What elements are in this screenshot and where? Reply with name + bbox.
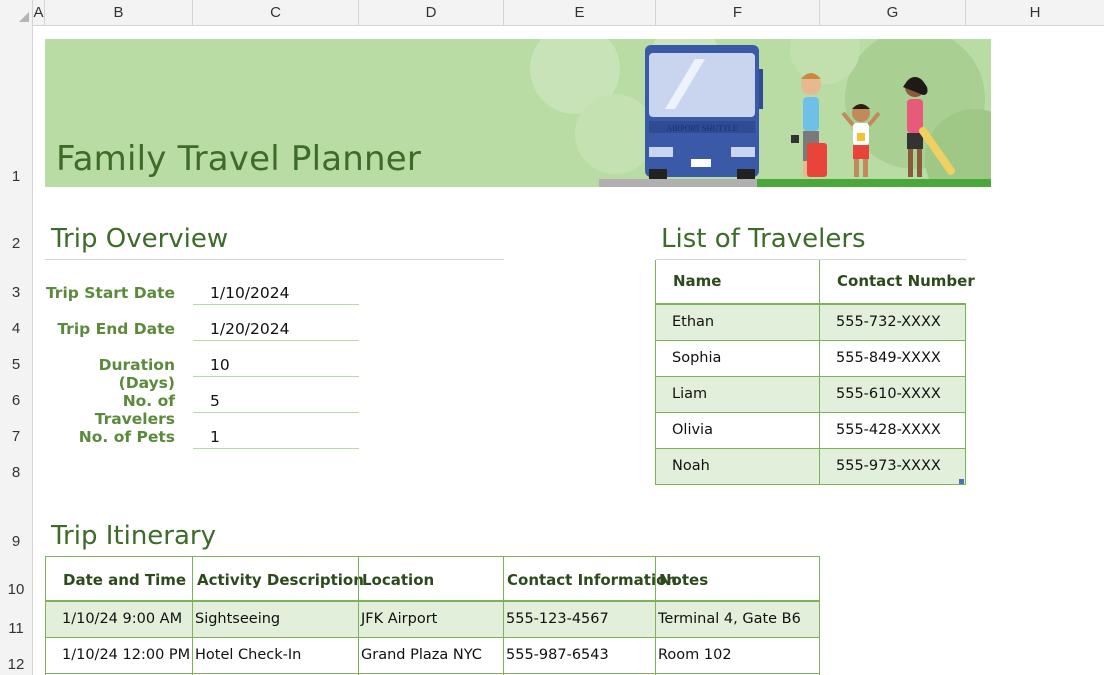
itinerary-notes[interactable]: Room 102 — [658, 647, 732, 663]
traveler-name[interactable]: Sophia — [672, 350, 721, 366]
travelers-header-name[interactable]: Name — [673, 272, 721, 290]
itinerary-location[interactable]: Grand Plaza NYC — [361, 647, 482, 663]
pets-count-value[interactable]: 1 — [210, 428, 220, 446]
col-border — [819, 260, 820, 485]
duration-label: Duration (Days) — [98, 356, 175, 392]
col-border — [655, 260, 656, 485]
itinerary-activity[interactable]: Hotel Check-In — [195, 647, 301, 663]
row-border — [656, 376, 966, 377]
itinerary-date[interactable]: 1/10/24 12:00 PM — [62, 647, 190, 663]
row-header-10[interactable]: 10 — [0, 581, 32, 598]
traveler-contact[interactable]: 555-973-XXXX — [836, 458, 941, 474]
col-border — [655, 556, 656, 675]
column-header-b[interactable]: B — [45, 0, 193, 25]
itinerary-location[interactable]: JFK Airport — [361, 611, 437, 627]
field-underline — [193, 304, 359, 305]
row-border — [656, 340, 966, 341]
pets-count-label: No. of Pets — [78, 428, 175, 446]
trip-overview-title: Trip Overview — [51, 224, 229, 254]
itinerary-notes[interactable]: Terminal 4, Gate B6 — [658, 611, 801, 627]
table-top-border — [45, 556, 820, 557]
trip-start-date-label: Trip Start Date — [45, 284, 175, 302]
bus-sign: AIRPORT SHUTTLE — [666, 124, 737, 133]
row-border — [656, 484, 966, 485]
row-header-12[interactable]: 12 — [0, 656, 32, 673]
itinerary-header-location[interactable]: Location — [362, 571, 434, 589]
row-header-8[interactable]: 8 — [0, 464, 32, 481]
row-header-9[interactable]: 9 — [0, 533, 32, 550]
traveler-name[interactable]: Ethan — [672, 314, 714, 330]
traveler-contact[interactable]: 555-610-XXXX — [836, 386, 941, 402]
traveler-name[interactable]: Liam — [672, 386, 707, 402]
column-header-h[interactable]: H — [966, 0, 1104, 25]
field-underline — [193, 412, 359, 413]
row-header-6[interactable]: 6 — [0, 392, 32, 409]
row-border — [45, 673, 820, 674]
traveler-name[interactable]: Olivia — [672, 422, 713, 438]
row-header-5[interactable]: 5 — [0, 356, 32, 373]
row-header-3[interactable]: 3 — [0, 284, 32, 301]
itinerary-header-contact[interactable]: Contact Information — [507, 571, 677, 589]
travelers-divider — [656, 259, 966, 260]
row-header-7[interactable]: 7 — [0, 428, 32, 445]
itinerary-contact[interactable]: 555-123-4567 — [506, 611, 609, 627]
column-header-g[interactable]: G — [820, 0, 966, 25]
itinerary-activity[interactable]: Sightseeing — [195, 611, 280, 627]
column-header-d[interactable]: D — [359, 0, 504, 25]
travelers-title: List of Travelers — [661, 224, 866, 254]
itinerary-date[interactable]: 1/10/24 9:00 AM — [62, 611, 182, 627]
row-border — [45, 637, 820, 638]
traveler-contact[interactable]: 555-849-XXXX — [836, 350, 941, 366]
travelers-count-value[interactable]: 5 — [210, 392, 220, 410]
traveler-name[interactable]: Noah — [672, 458, 710, 474]
row-header-bar: 1 2 3 4 5 6 7 8 9 10 11 12 — [0, 25, 33, 675]
col-border — [965, 304, 966, 485]
trip-overview-divider — [45, 259, 504, 260]
itinerary-title: Trip Itinerary — [51, 521, 217, 551]
column-header-a[interactable]: A — [33, 0, 45, 25]
traveler-contact[interactable]: 555-428-XXXX — [836, 422, 941, 438]
traveler-contact[interactable]: 555-732-XXXX — [836, 314, 941, 330]
row-header-1[interactable]: 1 — [0, 168, 32, 185]
col-border — [503, 556, 504, 675]
field-underline — [193, 448, 359, 449]
row-header-4[interactable]: 4 — [0, 320, 32, 337]
header-border — [656, 303, 966, 305]
trip-end-date-value[interactable]: 1/20/2024 — [210, 320, 289, 338]
page-title: Family Travel Planner — [56, 139, 422, 179]
trip-end-date-label: Trip End Date — [57, 320, 175, 338]
itinerary-header-activity[interactable]: Activity Description — [197, 571, 364, 589]
itinerary-header-date[interactable]: Date and Time — [63, 571, 186, 589]
travelers-header-contact[interactable]: Contact Number — [837, 272, 975, 290]
row-border — [656, 412, 966, 413]
field-underline — [193, 376, 359, 377]
header-border — [45, 600, 820, 602]
column-header-f[interactable]: F — [656, 0, 820, 25]
row-header-2[interactable]: 2 — [0, 235, 32, 252]
banner: AIRPORT SHUTTLE Family Travel Planner — [45, 39, 991, 187]
itinerary-contact[interactable]: 555-987-6543 — [506, 647, 609, 663]
duration-value[interactable]: 10 — [210, 356, 230, 374]
col-border — [192, 556, 193, 675]
travelers-count-label: No. of Travelers — [94, 392, 175, 428]
trip-start-date-value[interactable]: 1/10/2024 — [210, 284, 289, 302]
column-header-c[interactable]: C — [193, 0, 359, 25]
column-header-bar: A B C D E F G H — [0, 0, 1104, 26]
col-border — [358, 556, 359, 675]
row-border — [656, 448, 966, 449]
col-border — [45, 556, 46, 675]
itinerary-header-notes[interactable]: Notes — [659, 571, 708, 589]
select-all-corner[interactable] — [0, 0, 33, 25]
col-border — [819, 556, 820, 675]
column-header-e[interactable]: E — [504, 0, 656, 25]
table-resize-handle[interactable] — [959, 479, 964, 484]
row-header-11[interactable]: 11 — [0, 620, 32, 637]
field-underline — [193, 340, 359, 341]
